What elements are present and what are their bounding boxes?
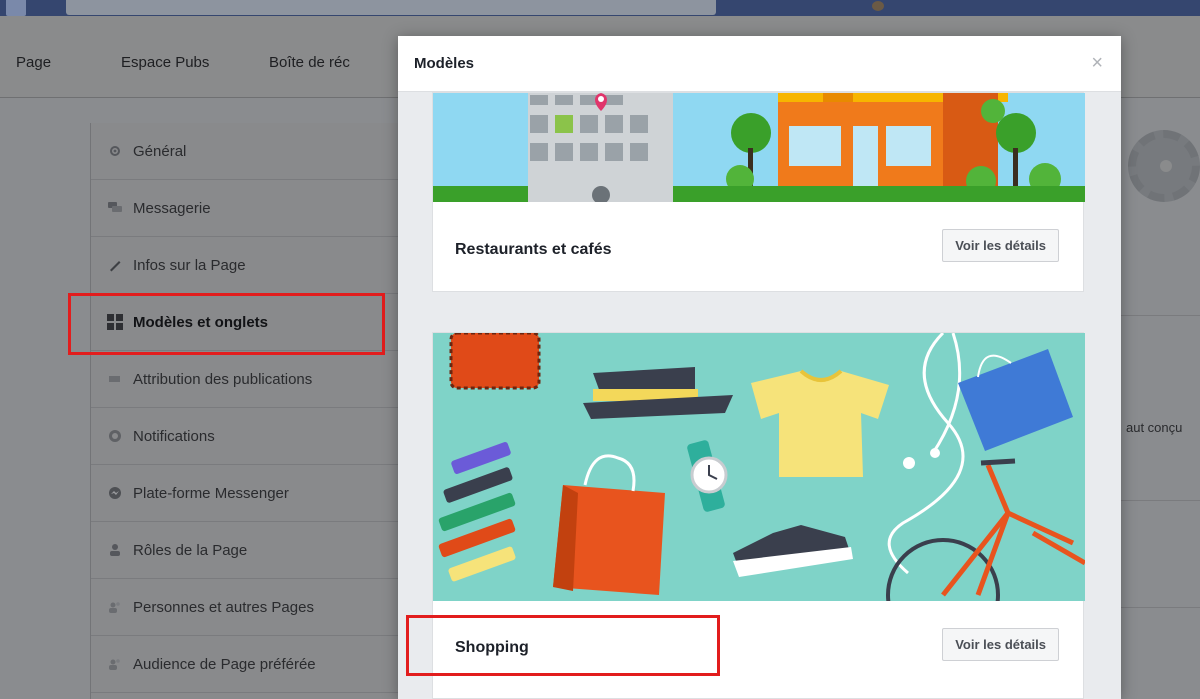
menu-item-label: Notifications — [133, 427, 215, 445]
shopping-illustration — [433, 333, 1085, 601]
menu-item-templates-tabs[interactable]: Modèles et onglets — [91, 294, 411, 351]
modal-header: Modèles × — [398, 36, 1121, 92]
menu-item-attribution[interactable]: Attribution des publications — [91, 351, 411, 408]
menu-item-general[interactable]: Général — [91, 123, 411, 180]
top-bar — [0, 0, 1200, 16]
menu-item-preferred-audience[interactable]: Audience de Page préférée — [91, 636, 411, 693]
menu-item-label: Modèles et onglets — [133, 313, 269, 331]
divider — [1120, 315, 1200, 316]
menu-item-people-pages[interactable]: Personnes et autres Pages — [91, 579, 411, 636]
menu-item-messagerie[interactable]: Messagerie — [91, 180, 411, 237]
view-details-button[interactable]: Voir les détails — [942, 628, 1059, 661]
settings-gear-illustration — [1128, 130, 1200, 202]
menu-item-label: Attribution des publications — [133, 370, 313, 388]
menu-item-messenger-platform[interactable]: Plate-forme Messenger — [91, 465, 411, 522]
gear-icon — [107, 143, 123, 159]
modal-title: Modèles — [414, 55, 475, 72]
nav-tab-inbox[interactable]: Boîte de réc — [269, 54, 350, 71]
menu-item-label: Messagerie — [133, 199, 211, 217]
menu-item-notifications[interactable]: Notifications — [91, 408, 411, 465]
messenger-icon — [107, 485, 123, 501]
menu-item-page-roles[interactable]: Rôles de la Page — [91, 522, 411, 579]
template-name: Shopping — [455, 639, 529, 656]
facebook-logo[interactable] — [6, 0, 26, 16]
menu-item-label: Plate-forme Messenger — [133, 484, 289, 502]
menu-item-label: Infos sur la Page — [133, 256, 246, 274]
flag-icon — [107, 371, 123, 387]
person-icon — [107, 542, 123, 558]
settings-menu: Général Messagerie Infos sur la Page Mod… — [90, 123, 411, 699]
grid-icon — [107, 314, 123, 330]
template-card-shopping: Shopping Voir les détails — [432, 332, 1085, 699]
background-partial-text: aut conçu — [1126, 420, 1183, 435]
divider — [1120, 607, 1200, 608]
search-input[interactable] — [66, 0, 716, 15]
people-icon — [107, 599, 123, 615]
menu-item-label: Personnes et autres Pages — [133, 598, 314, 616]
people-icon — [107, 656, 123, 672]
templates-modal: Modèles × Restaurants et cafés Voir les … — [398, 36, 1121, 699]
pencil-icon — [107, 257, 123, 273]
globe-icon — [107, 428, 123, 444]
divider — [1120, 500, 1200, 501]
close-icon[interactable]: × — [1091, 52, 1103, 75]
template-name: Restaurants et cafés — [455, 241, 612, 258]
menu-item-label: Général — [133, 142, 187, 160]
view-details-button[interactable]: Voir les détails — [942, 229, 1059, 262]
chat-icon — [107, 200, 123, 216]
restaurant-illustration — [433, 93, 1085, 202]
menu-item-label: Audience de Page préférée — [133, 655, 316, 673]
avatar[interactable] — [872, 1, 884, 11]
menu-item-label: Rôles de la Page — [133, 541, 248, 559]
template-card-restaurants: Restaurants et cafés Voir les détails — [432, 92, 1085, 292]
nav-tab-espace-pubs[interactable]: Espace Pubs — [121, 54, 209, 71]
nav-tab-page[interactable]: Page — [16, 54, 51, 71]
menu-item-infos[interactable]: Infos sur la Page — [91, 237, 411, 294]
